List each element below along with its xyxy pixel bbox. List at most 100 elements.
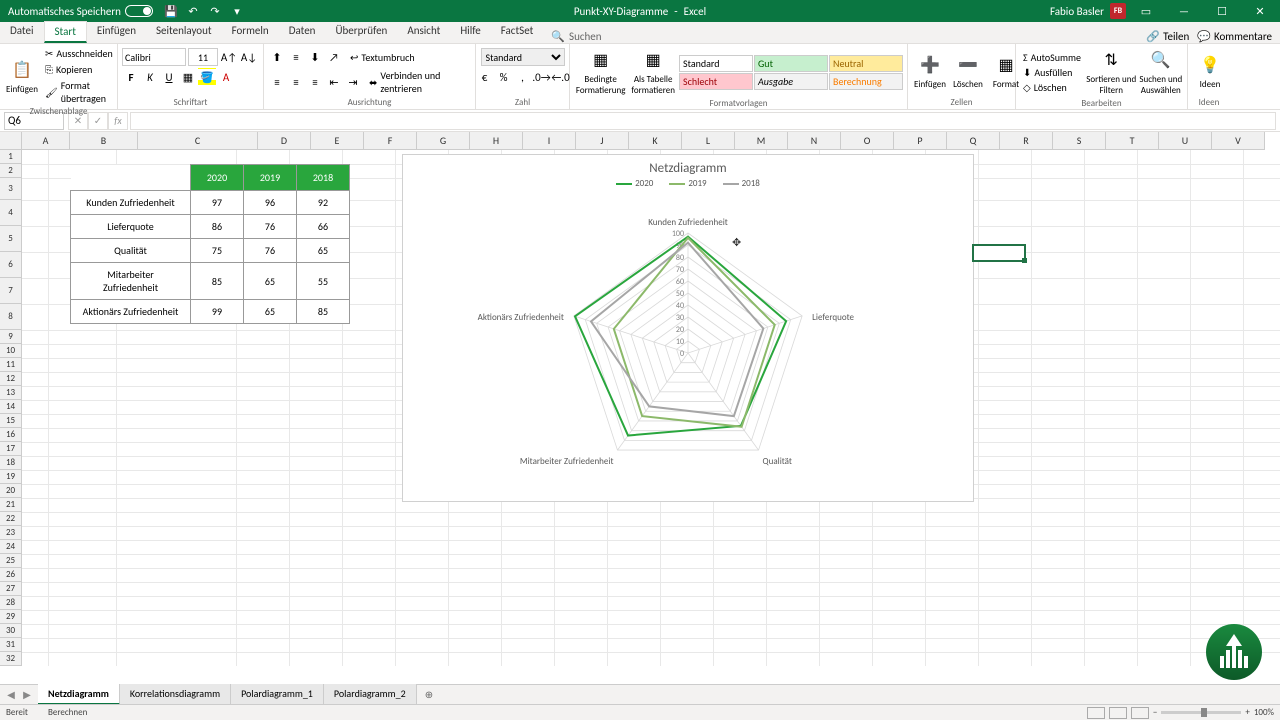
style-calculation[interactable]: Berechnung [829, 73, 903, 90]
row-header[interactable]: 31 [0, 638, 22, 652]
comma-icon[interactable]: , [514, 68, 532, 86]
col-header[interactable]: E [311, 132, 364, 150]
format-painter-button[interactable]: 🖌Format übertragen [42, 78, 116, 106]
cut-button[interactable]: ✂Ausschneiden [42, 46, 116, 61]
style-bad[interactable]: Schlecht [679, 73, 753, 90]
style-standard[interactable]: Standard [679, 55, 753, 72]
menu-tab-datei[interactable]: Datei [0, 21, 44, 43]
menu-tab-ansicht[interactable]: Ansicht [397, 21, 450, 43]
add-sheet-button[interactable]: ⊕ [417, 688, 441, 701]
col-header[interactable]: P [894, 132, 947, 150]
row-header[interactable]: 6 [0, 252, 22, 278]
underline-button[interactable]: U [160, 68, 178, 86]
orientation-icon[interactable]: ↗ [325, 48, 343, 66]
maximize-icon[interactable]: ☐ [1204, 0, 1240, 22]
align-left-icon[interactable]: ≡ [268, 73, 286, 91]
col-header[interactable]: N [788, 132, 841, 150]
sheet-tab[interactable]: Netzdiagramm [38, 684, 120, 705]
row-header[interactable]: 26 [0, 568, 22, 582]
row-header[interactable]: 23 [0, 526, 22, 540]
border-button[interactable]: ▦ [179, 68, 197, 86]
row-header[interactable]: 7 [0, 278, 22, 304]
col-header[interactable]: R [1000, 132, 1053, 150]
minimize-icon[interactable]: — [1166, 0, 1202, 22]
chart-radar[interactable]: Netzdiagramm 202020192018 01020304050607… [402, 154, 974, 502]
sort-filter-button[interactable]: ⇅Sortieren und Filtern [1086, 46, 1137, 98]
row-header[interactable]: 5 [0, 226, 22, 252]
clear-button[interactable]: ◇Löschen [1020, 80, 1084, 95]
font-name-select[interactable] [122, 48, 186, 66]
insert-cells-button[interactable]: ➕Einfügen [912, 51, 948, 92]
row-header[interactable]: 2 [0, 164, 22, 178]
zoom-slider[interactable] [1161, 711, 1241, 714]
row-header[interactable]: 24 [0, 540, 22, 554]
menu-tab-hilfe[interactable]: Hilfe [450, 21, 490, 43]
sheet-tab[interactable]: Polardiagramm_1 [231, 684, 324, 705]
align-bottom-icon[interactable]: ⬇ [306, 48, 324, 66]
col-header[interactable]: I [523, 132, 576, 150]
row-header[interactable]: 16 [0, 428, 22, 442]
col-header[interactable]: D [258, 132, 311, 150]
undo-icon[interactable]: ↶ [185, 3, 201, 19]
spreadsheet-grid[interactable]: ABCDEFGHIJKLMNOPQRSTUV 12345678910111213… [0, 132, 1280, 666]
row-header[interactable]: 18 [0, 456, 22, 470]
row-header[interactable]: 17 [0, 442, 22, 456]
sheet-nav-first-icon[interactable]: ◀ [4, 688, 18, 702]
fill-color-button[interactable]: 🪣 [198, 68, 216, 86]
align-center-icon[interactable]: ≡ [287, 73, 305, 91]
col-header[interactable]: O [841, 132, 894, 150]
user-avatar[interactable]: FB [1110, 3, 1126, 19]
col-header[interactable]: J [576, 132, 629, 150]
col-header[interactable]: A [22, 132, 70, 150]
fill-button[interactable]: ⬇Ausfüllen [1020, 65, 1084, 80]
ideas-button[interactable]: 💡Ideen [1192, 51, 1228, 92]
menu-tab-formeln[interactable]: Formeln [222, 21, 279, 43]
col-header[interactable]: K [629, 132, 682, 150]
row-header[interactable]: 22 [0, 512, 22, 526]
customize-qat-icon[interactable]: ▾ [229, 3, 245, 19]
merge-center-button[interactable]: ⬌Verbinden und zentrieren [366, 68, 471, 96]
col-header[interactable]: G [417, 132, 470, 150]
autosum-button[interactable]: ΣAutoSumme [1020, 50, 1084, 65]
col-header[interactable]: Q [947, 132, 1000, 150]
row-header[interactable]: 12 [0, 372, 22, 386]
ribbon-options-icon[interactable]: ▭ [1128, 0, 1164, 22]
sheet-nav-last-icon[interactable]: ▶ [20, 688, 34, 702]
paste-button[interactable]: 📋 Einfügen [4, 56, 40, 97]
row-header[interactable]: 19 [0, 470, 22, 484]
row-header[interactable]: 14 [0, 400, 22, 414]
col-header[interactable]: S [1053, 132, 1106, 150]
row-header[interactable]: 4 [0, 200, 22, 226]
row-header[interactable]: 20 [0, 484, 22, 498]
wrap-text-button[interactable]: ↩Textumbruch [347, 50, 418, 65]
row-header[interactable]: 15 [0, 414, 22, 428]
align-middle-icon[interactable]: ≡ [287, 48, 305, 66]
zoom-in-icon[interactable]: + [1245, 707, 1249, 718]
style-good[interactable]: Gut [754, 55, 828, 72]
font-color-button[interactable]: A [217, 68, 235, 86]
row-header[interactable]: 29 [0, 610, 22, 624]
delete-cells-button[interactable]: ➖Löschen [950, 51, 986, 92]
row-header[interactable]: 28 [0, 596, 22, 610]
menu-tab-start[interactable]: Start [44, 21, 87, 43]
row-header[interactable]: 11 [0, 358, 22, 372]
row-header[interactable]: 25 [0, 554, 22, 568]
select-all-corner[interactable] [0, 132, 22, 150]
menu-tab-seitenlayout[interactable]: Seitenlayout [146, 21, 222, 43]
row-header[interactable]: 3 [0, 178, 22, 200]
col-header[interactable]: H [470, 132, 523, 150]
format-as-table-button[interactable]: ▦ Als Tabelle formatieren [629, 46, 677, 98]
row-header[interactable]: 32 [0, 652, 22, 666]
bold-button[interactable]: F [122, 68, 140, 86]
style-neutral[interactable]: Neutral [829, 55, 903, 72]
align-right-icon[interactable]: ≡ [306, 73, 324, 91]
row-header[interactable]: 1 [0, 150, 22, 164]
sheet-tab[interactable]: Polardiagramm_2 [324, 684, 417, 705]
redo-icon[interactable]: ↷ [207, 3, 223, 19]
conditional-formatting-button[interactable]: ▦ Bedingte Formatierung [574, 46, 627, 98]
indent-dec-icon[interactable]: ⇤ [325, 73, 343, 91]
decimal-dec-icon[interactable]: ←.0 [552, 68, 570, 86]
col-header[interactable]: C [138, 132, 258, 150]
view-normal-icon[interactable] [1087, 707, 1105, 719]
find-select-button[interactable]: 🔍Suchen und Auswählen [1139, 46, 1183, 98]
